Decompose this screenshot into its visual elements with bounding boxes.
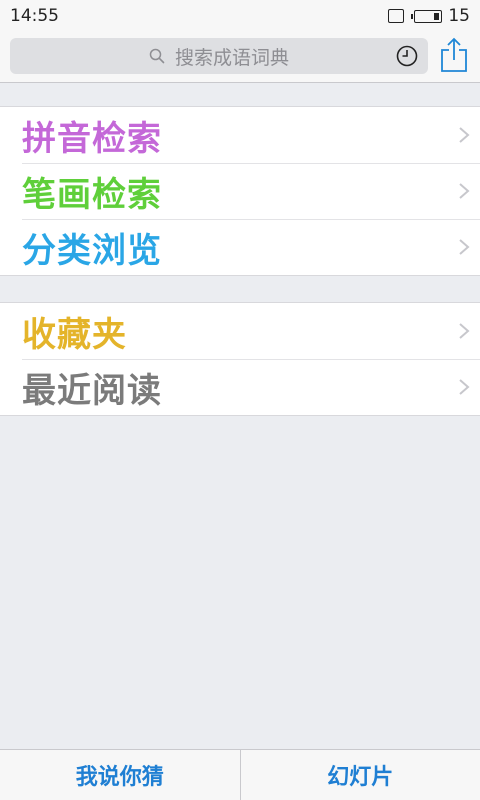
bottom-toolbar: 我说你猜 幻灯片 [0, 749, 480, 800]
menu-item-label: 最近阅读 [22, 370, 162, 411]
menu-item-label: 收藏夹 [22, 314, 127, 355]
battery-level: 15 [448, 6, 470, 26]
history-icon[interactable] [396, 45, 418, 67]
chevron-right-icon [459, 323, 470, 339]
chevron-right-icon [459, 183, 470, 199]
menu-item-label: 拼音检索 [22, 118, 162, 159]
share-icon[interactable] [440, 37, 468, 73]
status-time: 14:55 [10, 6, 59, 26]
menu-item-pinyin-search[interactable]: 拼音检索 [0, 107, 480, 163]
menu-item-label: 分类浏览 [22, 230, 162, 271]
menu-item-recent-reading[interactable]: 最近阅读 [0, 359, 480, 415]
status-indicators: 15 [388, 6, 470, 26]
app-screen: 14:55 15 搜索成语词典 拼音检索 笔画检索 分类浏览 收藏夹 最近阅读 … [0, 0, 480, 800]
chevron-right-icon [459, 239, 470, 255]
search-input[interactable]: 搜索成语词典 [10, 38, 428, 74]
guess-game-button[interactable]: 我说你猜 [0, 750, 240, 800]
search-header: 搜索成语词典 [0, 32, 480, 83]
status-bar: 14:55 15 [0, 0, 480, 32]
menu-item-category-browse[interactable]: 分类浏览 [0, 219, 480, 275]
search-icon [149, 48, 165, 64]
battery-icon [411, 9, 443, 23]
menu-group-search: 拼音检索 笔画检索 分类浏览 [0, 106, 480, 276]
sim-icon [388, 9, 405, 23]
search-placeholder: 搜索成语词典 [174, 46, 289, 69]
chevron-right-icon [459, 379, 470, 395]
slideshow-button[interactable]: 幻灯片 [241, 750, 480, 800]
menu-group-personal: 收藏夹 最近阅读 [0, 302, 480, 416]
menu-item-favorites[interactable]: 收藏夹 [0, 303, 480, 359]
menu-item-stroke-search[interactable]: 笔画检索 [0, 163, 480, 219]
chevron-right-icon [459, 127, 470, 143]
menu-item-label: 笔画检索 [22, 174, 162, 215]
